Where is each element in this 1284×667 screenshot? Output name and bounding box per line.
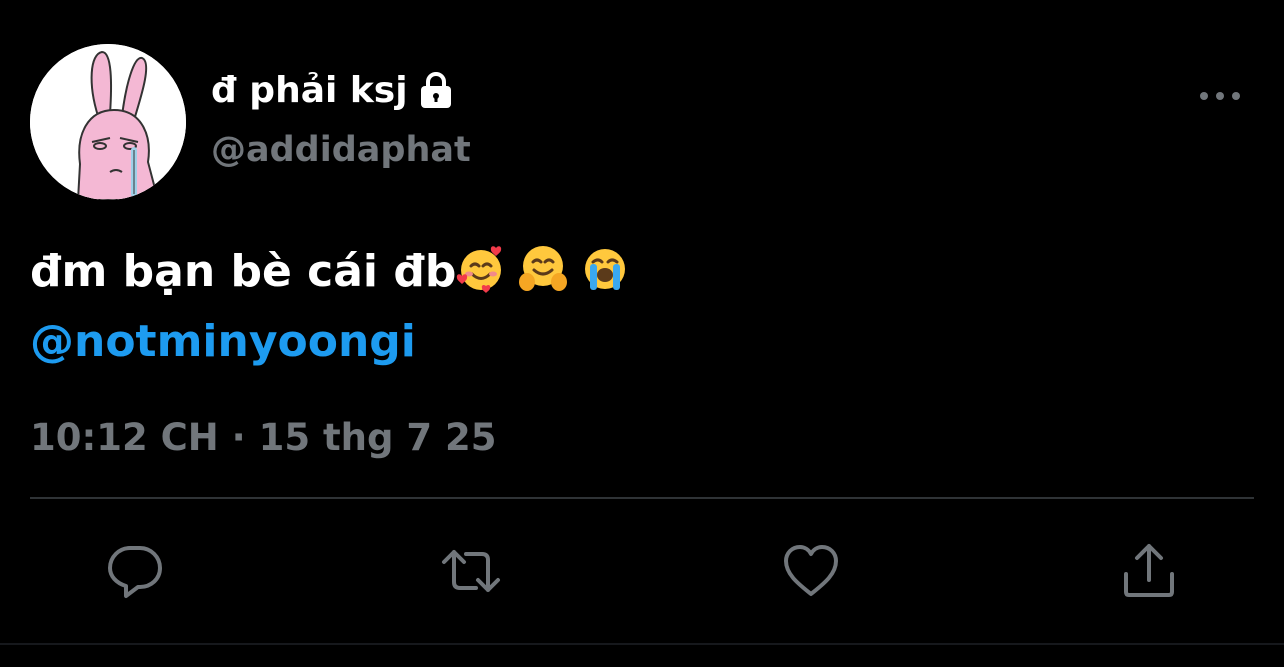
share-button[interactable] bbox=[1118, 540, 1180, 602]
divider bbox=[30, 497, 1254, 499]
tweet-text-content: đm bạn bè cái đb bbox=[30, 246, 457, 297]
like-button[interactable] bbox=[780, 540, 842, 602]
hugging-face-icon bbox=[518, 244, 568, 294]
retweet-button[interactable] bbox=[440, 540, 502, 602]
share-icon bbox=[1124, 544, 1174, 597]
lock-icon bbox=[416, 70, 456, 110]
author-avatar[interactable] bbox=[30, 44, 186, 200]
more-options-icon bbox=[1200, 92, 1240, 100]
mention-link[interactable]: @notminyoongi bbox=[30, 310, 416, 374]
tweet-timestamp[interactable]: 10:12 CH · 15 thg 7 25 bbox=[30, 412, 496, 464]
more-options-button[interactable] bbox=[1196, 78, 1244, 114]
author-handle[interactable]: @addidaphat bbox=[211, 130, 471, 170]
display-name-text: đ phải ksj bbox=[211, 69, 408, 111]
reply-icon bbox=[108, 546, 162, 598]
tweet-text: đm bạn bè cái đb bbox=[30, 240, 1250, 304]
retweet-icon bbox=[442, 550, 500, 592]
pink-rabbit-avatar-icon bbox=[30, 44, 186, 200]
heart-icon bbox=[784, 545, 838, 596]
smiling-face-with-hearts-icon bbox=[456, 244, 506, 294]
loudly-crying-face-icon bbox=[580, 244, 630, 294]
bottom-divider bbox=[0, 643, 1284, 645]
author-display-name[interactable]: đ phải ksj bbox=[211, 66, 456, 114]
reply-button[interactable] bbox=[104, 540, 166, 602]
